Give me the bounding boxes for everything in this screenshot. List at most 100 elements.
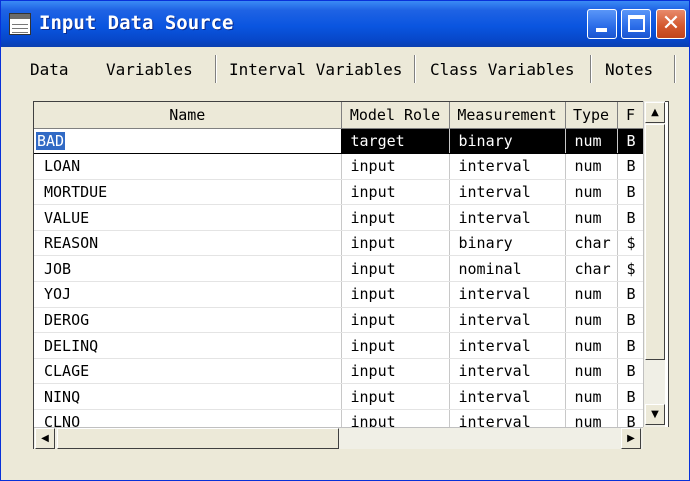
format-cell[interactable]: B	[617, 281, 645, 308]
vertical-scrollbar[interactable]: ▲ ▼	[643, 101, 665, 427]
format-cell[interactable]: $	[617, 230, 645, 257]
tab-divider	[215, 55, 217, 83]
measurement-cell[interactable]: interval	[449, 153, 566, 180]
name-cell[interactable]: LOAN	[34, 153, 342, 180]
title-bar[interactable]: Input Data Source ✕	[1, 1, 689, 47]
name-cell[interactable]: DELINQ	[34, 332, 342, 359]
measurement-cell[interactable]: interval	[449, 383, 566, 411]
measurement-cell[interactable]: interval	[449, 179, 566, 206]
name-cell[interactable]: YOJ	[34, 281, 342, 308]
close-icon: ✕	[661, 11, 681, 36]
horizontal-scrollbar[interactable]: ◀ ▶	[34, 427, 643, 449]
column-header-type[interactable]: Type	[565, 102, 618, 129]
column-header-model-role[interactable]: Model Role	[341, 102, 450, 129]
table-row[interactable]: MORTDUE input interval num B	[34, 179, 645, 206]
table-row[interactable]: YOJ input interval num B	[34, 281, 645, 308]
table-row[interactable]: CLAGE input interval num B	[34, 358, 645, 385]
table-row[interactable]: REASON input binary char $	[34, 230, 645, 257]
format-cell[interactable]: B	[617, 307, 645, 334]
maximize-button[interactable]	[621, 9, 651, 39]
close-button[interactable]: ✕	[656, 9, 686, 39]
type-cell[interactable]: num	[565, 281, 618, 308]
name-cell[interactable]: CLAGE	[34, 358, 342, 385]
scroll-down-arrow-icon[interactable]: ▼	[645, 404, 665, 425]
name-cell[interactable]: DEROG	[34, 307, 342, 334]
format-cell[interactable]: B	[617, 383, 645, 411]
type-cell[interactable]: num	[565, 204, 618, 231]
type-cell[interactable]: num	[565, 332, 618, 359]
table-app-icon[interactable]	[9, 13, 31, 35]
format-cell[interactable]: B	[617, 128, 645, 155]
column-header-measurement[interactable]: Measurement	[449, 102, 566, 129]
model-role-cell[interactable]: input	[341, 281, 450, 308]
tab-strip: Data Variables Interval Variables Class …	[1, 47, 689, 83]
horizontal-scroll-thumb[interactable]	[57, 428, 339, 449]
type-cell[interactable]: num	[565, 179, 618, 206]
type-cell[interactable]: char	[565, 255, 618, 283]
model-role-cell[interactable]: input	[341, 332, 450, 359]
tab-interval-variables[interactable]: Interval Variables	[229, 60, 402, 79]
model-role-cell[interactable]: input	[341, 204, 450, 231]
model-role-cell[interactable]: input	[341, 255, 450, 283]
table-row[interactable]: JOB input nominal char $	[34, 255, 645, 283]
measurement-cell[interactable]: interval	[449, 332, 566, 359]
input-data-source-window: Input Data Source ✕ Data Variables Inter…	[0, 0, 690, 481]
measurement-cell[interactable]: nominal	[449, 255, 566, 283]
tab-data[interactable]: Data	[30, 60, 69, 79]
table-row[interactable]: VALUE input interval num B	[34, 204, 645, 231]
measurement-cell[interactable]: interval	[449, 204, 566, 231]
table-row[interactable]: DELINQ input interval num B	[34, 332, 645, 359]
measurement-cell[interactable]: binary	[449, 230, 566, 257]
name-cell[interactable]: NINQ	[34, 383, 342, 411]
vertical-scroll-thumb[interactable]	[645, 124, 665, 360]
type-cell[interactable]: num	[565, 358, 618, 385]
scrollbar-corner	[643, 427, 669, 449]
format-cell[interactable]: B	[617, 153, 645, 180]
scroll-left-arrow-icon[interactable]: ◀	[35, 428, 55, 449]
model-role-cell[interactable]: input	[341, 230, 450, 257]
model-role-cell[interactable]: input	[341, 179, 450, 206]
variables-grid[interactable]: Name Model Role Measurement Type F BAD t…	[33, 101, 669, 449]
header-row: Name Model Role Measurement Type F	[34, 102, 645, 129]
model-role-cell[interactable]: input	[341, 153, 450, 180]
name-cell[interactable]: JOB	[34, 255, 342, 283]
tab-notes[interactable]: Notes	[605, 60, 653, 79]
tab-divider	[590, 55, 592, 83]
minimize-button[interactable]	[587, 9, 617, 39]
format-cell[interactable]: B	[617, 358, 645, 385]
model-role-cell[interactable]: input	[341, 358, 450, 385]
name-cell[interactable]: REASON	[34, 230, 342, 257]
type-cell[interactable]: num	[565, 383, 618, 411]
type-cell[interactable]: num	[565, 307, 618, 334]
maximize-icon	[628, 15, 645, 32]
column-header-format[interactable]: F	[617, 102, 645, 129]
table-row[interactable]: LOAN input interval num B	[34, 153, 645, 180]
type-cell[interactable]: num	[565, 153, 618, 180]
table-row[interactable]: DEROG input interval num B	[34, 307, 645, 334]
tab-variables[interactable]: Variables	[106, 60, 193, 79]
model-role-cell[interactable]: target	[341, 128, 450, 155]
measurement-cell[interactable]: binary	[449, 128, 566, 155]
window-title: Input Data Source	[39, 12, 234, 34]
scroll-right-arrow-icon[interactable]: ▶	[621, 428, 641, 449]
name-cell[interactable]: MORTDUE	[34, 179, 342, 206]
type-cell[interactable]: num	[565, 128, 618, 155]
format-cell[interactable]: B	[617, 179, 645, 206]
format-cell[interactable]: $	[617, 255, 645, 283]
table-row[interactable]: BAD target binary num B	[34, 127, 645, 155]
selected-name[interactable]: BAD	[36, 131, 66, 150]
measurement-cell[interactable]: interval	[449, 358, 566, 385]
format-cell[interactable]: B	[617, 332, 645, 359]
format-cell[interactable]: B	[617, 204, 645, 231]
tab-class-variables[interactable]: Class Variables	[430, 60, 575, 79]
name-cell[interactable]: BAD	[34, 127, 342, 155]
measurement-cell[interactable]: interval	[449, 281, 566, 308]
table-row[interactable]: NINQ input interval num B	[34, 383, 645, 411]
column-header-name[interactable]: Name	[34, 102, 342, 129]
model-role-cell[interactable]: input	[341, 307, 450, 334]
scroll-up-arrow-icon[interactable]: ▲	[645, 102, 665, 123]
model-role-cell[interactable]: input	[341, 383, 450, 411]
type-cell[interactable]: char	[565, 230, 618, 257]
measurement-cell[interactable]: interval	[449, 307, 566, 334]
name-cell[interactable]: VALUE	[34, 204, 342, 231]
